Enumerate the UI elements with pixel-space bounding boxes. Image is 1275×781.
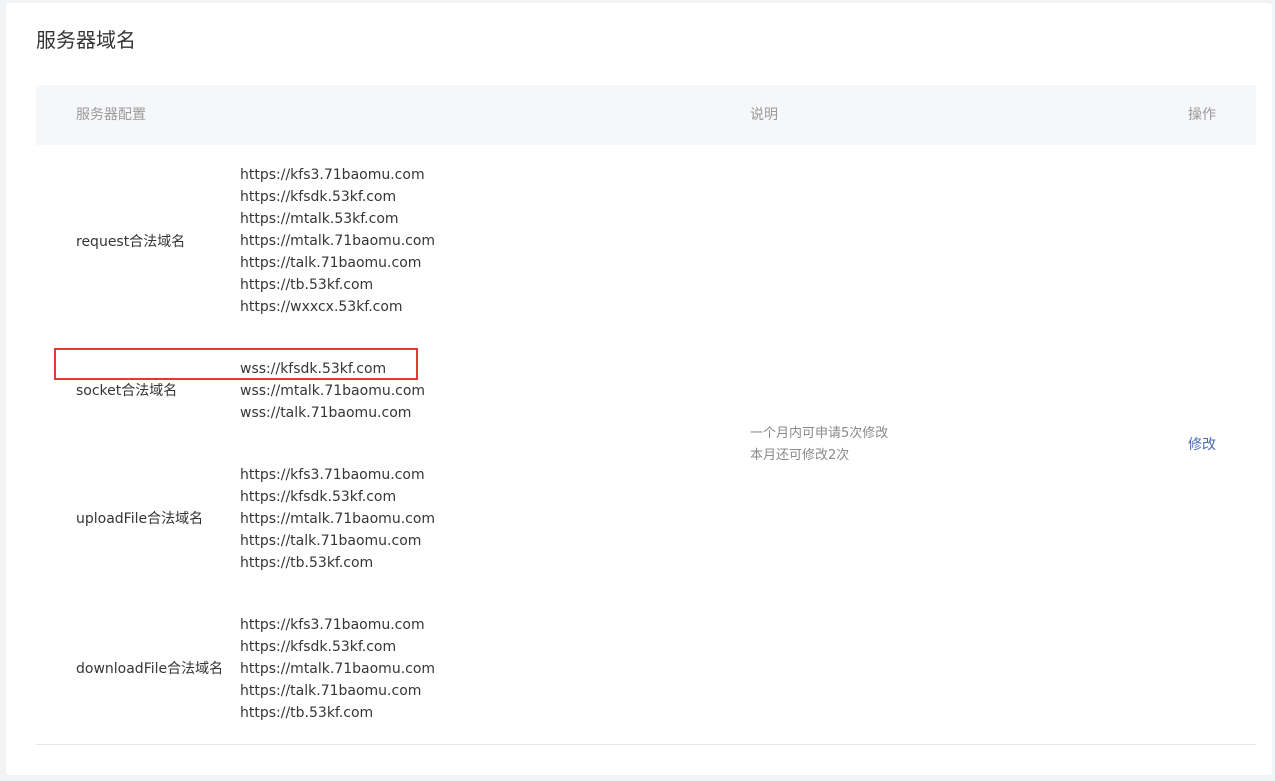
domain-item: https://kfsdk.53kf.com (240, 489, 397, 505)
server-domain-panel: 服务器域名 服务器配置 说明 操作 request合法域名 https://kf… (6, 3, 1272, 775)
domain-item: https://talk.71baomu.com (240, 255, 422, 271)
domain-item: https://mtalk.53kf.com (240, 211, 399, 227)
domain-list-uploadfile: https://kfs3.71baomu.com https://kfsdk.5… (240, 464, 435, 574)
domain-item: https://mtalk.71baomu.com (240, 233, 436, 249)
domain-item: https://tb.53kf.com (240, 555, 374, 571)
domain-list-request: https://kfs3.71baomu.com https://kfsdk.5… (240, 164, 435, 318)
page-title: 服务器域名 (36, 28, 136, 52)
modify-button[interactable]: 修改 (1188, 434, 1216, 456)
domain-item: wss://talk.71baomu.com (240, 405, 412, 421)
domain-item: https://wxxcx.53kf.com (240, 299, 403, 315)
domain-item: https://tb.53kf.com (240, 277, 374, 293)
domain-item: https://talk.71baomu.com (240, 683, 422, 699)
description-line-quota: 一个月内可申请5次修改 (750, 426, 889, 441)
domain-item: https://kfs3.71baomu.com (240, 617, 425, 633)
domain-list-downloadfile: https://kfs3.71baomu.com https://kfsdk.5… (240, 614, 435, 724)
domain-item: https://kfs3.71baomu.com (240, 167, 425, 183)
column-header-config: 服务器配置 (76, 107, 146, 123)
row-label-socket: socket合法域名 (76, 383, 178, 399)
row-label-uploadfile: uploadFile合法域名 (76, 511, 204, 527)
domain-item: https://talk.71baomu.com (240, 533, 422, 549)
column-header-action: 操作 (1188, 107, 1216, 123)
table-bottom-divider (36, 744, 1256, 745)
table-header: 服务器配置 说明 操作 (36, 85, 1256, 145)
highlight-annotation-box (54, 348, 418, 380)
row-label-request: request合法域名 (76, 234, 186, 250)
column-header-description: 说明 (750, 107, 778, 123)
domain-item: https://mtalk.71baomu.com (240, 511, 436, 527)
row-label-downloadfile: downloadFile合法域名 (76, 661, 224, 677)
domain-item: https://tb.53kf.com (240, 705, 374, 721)
domain-item: https://kfsdk.53kf.com (240, 639, 397, 655)
description-cell: 一个月内可申请5次修改 本月还可修改2次 (750, 423, 888, 467)
domain-item: https://kfsdk.53kf.com (240, 189, 397, 205)
description-line-remaining: 本月还可修改2次 (750, 448, 850, 463)
domain-item: https://kfs3.71baomu.com (240, 467, 425, 483)
domain-item: https://mtalk.71baomu.com (240, 661, 436, 677)
domain-item: wss://mtalk.71baomu.com (240, 383, 426, 399)
